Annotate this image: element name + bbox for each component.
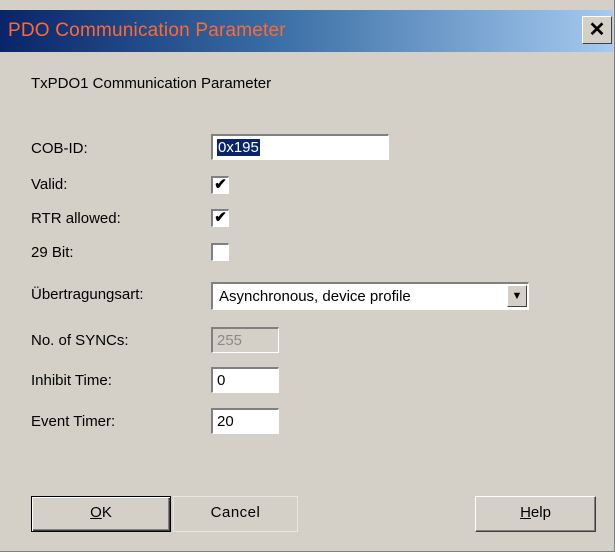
ok-accel: O bbox=[90, 504, 102, 521]
event-timer-label: Event Timer: bbox=[31, 413, 116, 430]
close-icon: ✕ bbox=[588, 19, 606, 41]
window-title: PDO Communication Parameter bbox=[8, 20, 286, 41]
bit29-label: 29 Bit: bbox=[31, 244, 74, 261]
cob-id-label: COB-ID: bbox=[31, 140, 88, 157]
help-button[interactable]: Help bbox=[475, 496, 596, 532]
uebertragungsart-label: Übertragungsart: bbox=[31, 286, 144, 303]
close-button[interactable]: ✕ bbox=[582, 16, 612, 44]
cancel-label: Cancel bbox=[210, 504, 261, 521]
help-label: elp bbox=[530, 504, 551, 521]
title-bar[interactable]: PDO Communication Parameter ✕ bbox=[0, 10, 613, 52]
checkmark-icon: ✔ bbox=[214, 176, 227, 193]
ok-label: K bbox=[101, 504, 112, 521]
inhibit-time-input[interactable]: 0 bbox=[211, 367, 279, 393]
chevron-down-icon: ▼ bbox=[511, 290, 523, 302]
rtr-allowed-checkbox[interactable]: ✔ bbox=[211, 209, 229, 227]
event-timer-input[interactable]: 20 bbox=[211, 408, 279, 434]
no-of-syncs-value: 255 bbox=[217, 332, 243, 349]
valid-label: Valid: bbox=[31, 176, 68, 193]
checkmark-icon: ✔ bbox=[214, 209, 227, 226]
valid-checkbox[interactable]: ✔ bbox=[211, 176, 229, 194]
dropdown-button[interactable]: ▼ bbox=[507, 285, 527, 307]
pdo-dialog: PDO Communication Parameter ✕ TxPDO1 Com… bbox=[0, 0, 615, 552]
bit29-checkbox[interactable] bbox=[211, 243, 229, 261]
no-of-syncs-label: No. of SYNCs: bbox=[31, 332, 129, 349]
section-title: TxPDO1 Communication Parameter bbox=[31, 75, 272, 92]
help-accel: H bbox=[520, 504, 531, 521]
cob-id-input[interactable]: 0x195 bbox=[211, 134, 389, 160]
inhibit-time-label: Inhibit Time: bbox=[31, 372, 112, 389]
rtr-allowed-label: RTR allowed: bbox=[31, 210, 121, 227]
uebertragungsart-value: Asynchronous, device profile bbox=[219, 288, 411, 305]
cob-id-value: 0x195 bbox=[217, 139, 260, 156]
cancel-button[interactable]: Cancel bbox=[173, 496, 298, 532]
inhibit-time-value: 0 bbox=[217, 372, 226, 389]
event-timer-value: 20 bbox=[217, 413, 234, 430]
no-of-syncs-input: 255 bbox=[211, 327, 279, 353]
ok-button[interactable]: OK bbox=[31, 496, 171, 532]
uebertragungsart-select[interactable]: Asynchronous, device profile ▼ bbox=[211, 282, 529, 310]
